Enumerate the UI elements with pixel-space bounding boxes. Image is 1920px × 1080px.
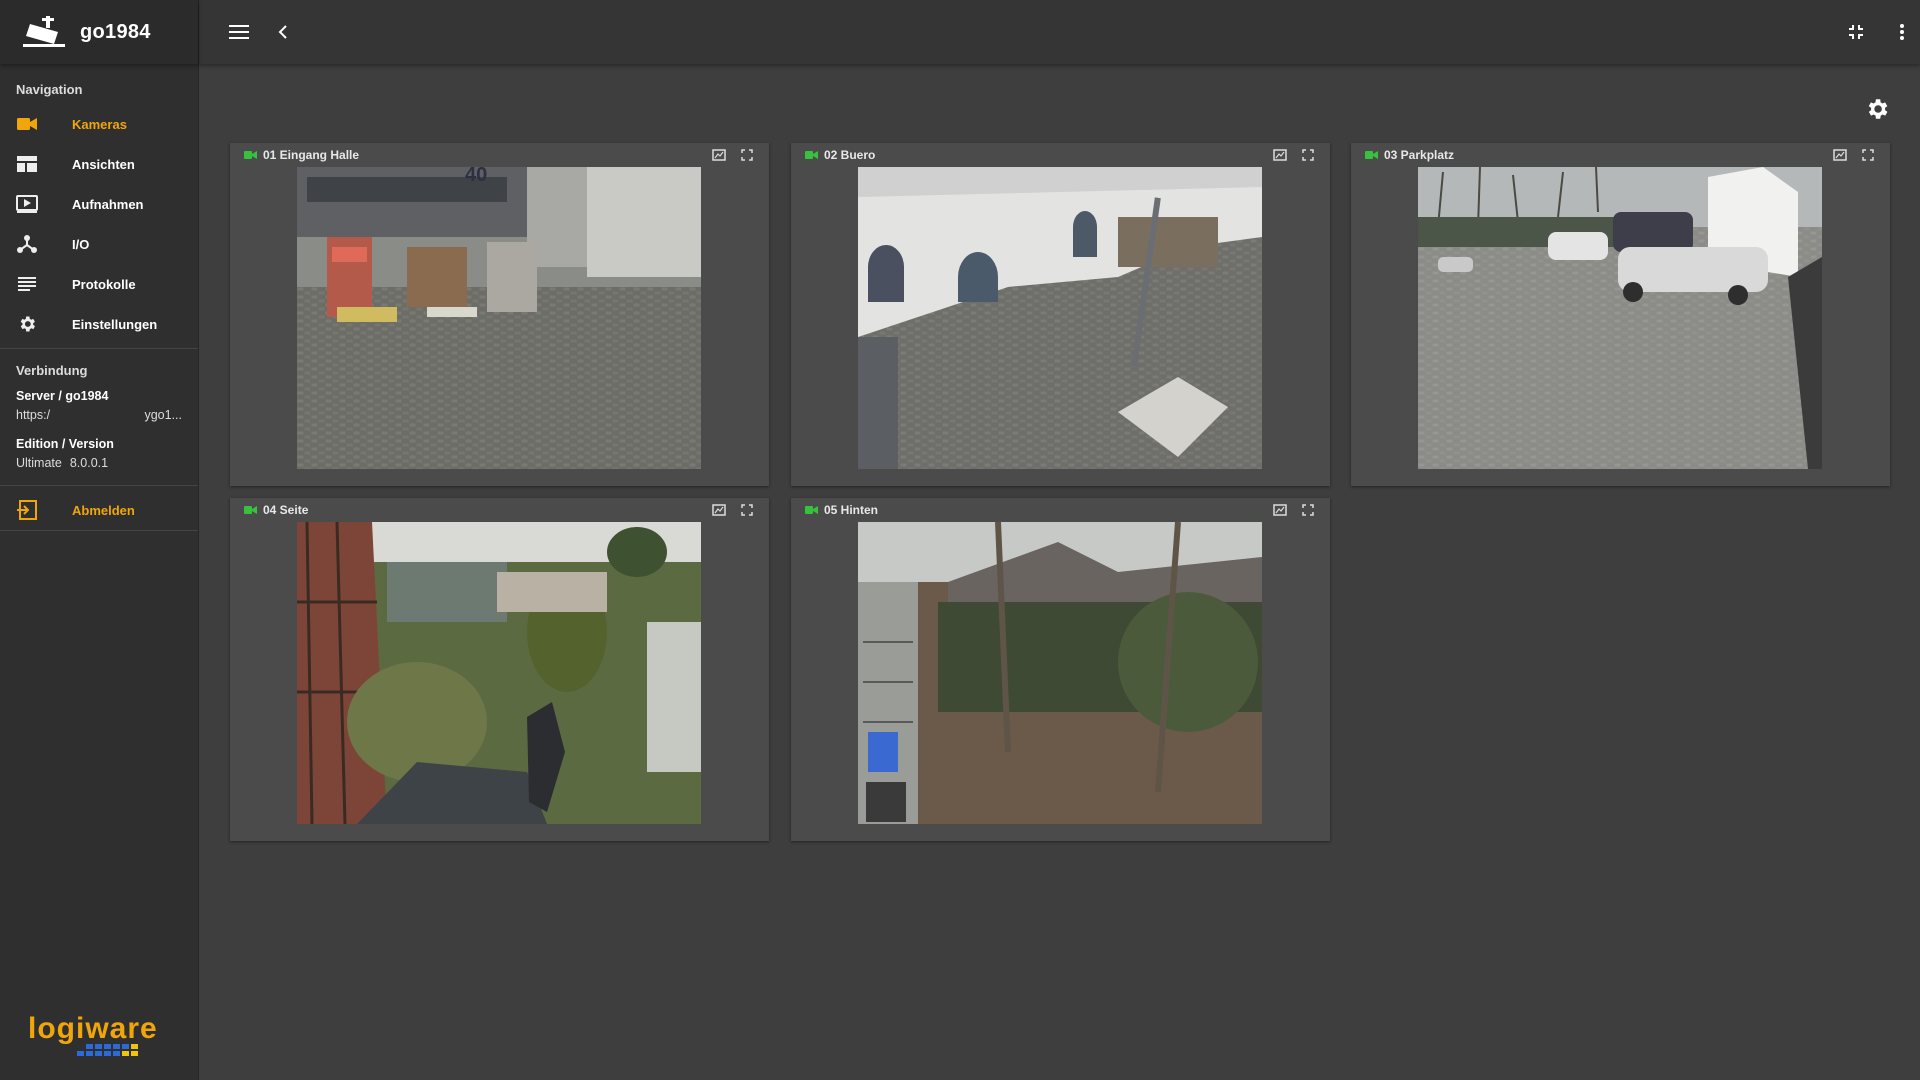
logo-text: logiware — [28, 1012, 158, 1045]
more-button[interactable] — [1888, 18, 1916, 46]
security-camera-icon — [23, 16, 65, 47]
camera-name: 04 Seite — [263, 503, 309, 517]
camera-feed-image[interactable]: 40 — [297, 167, 701, 469]
camera-feed-image[interactable] — [1418, 167, 1822, 469]
io-hub-icon — [16, 233, 38, 255]
fullscreen-button[interactable] — [1300, 148, 1316, 162]
fullscreen-icon — [1862, 149, 1874, 161]
logout-button[interactable]: Abmelden — [0, 490, 198, 530]
fullscreen-button[interactable] — [739, 503, 755, 517]
videocam-icon — [805, 506, 818, 514]
sidebar-item-label: Aufnahmen — [72, 196, 144, 212]
snapshot-button[interactable] — [711, 148, 727, 162]
image-aspect-icon — [1273, 149, 1287, 161]
videocam-icon — [244, 151, 257, 159]
image-aspect-icon — [1833, 149, 1847, 161]
sidebar-item-kameras[interactable]: Kameras — [0, 104, 198, 144]
image-aspect-icon — [712, 149, 726, 161]
edition-label: Edition / Version — [16, 437, 114, 451]
edition-value: Ultimate 8.0.0.1 — [16, 454, 182, 473]
camera-feed-image[interactable] — [858, 522, 1262, 824]
view-layout-icon — [16, 153, 38, 175]
camera-name: 05 Hinten — [824, 503, 879, 517]
snapshot-button[interactable] — [1272, 503, 1288, 517]
snapshot-button[interactable] — [1272, 148, 1288, 162]
fullscreen-icon — [741, 504, 753, 516]
version-number: 8.0.0.1 — [69, 456, 109, 470]
server-url-start: https:/ — [16, 408, 51, 422]
sidebar-item-label: I/O — [72, 236, 90, 252]
videocam-icon — [244, 506, 257, 514]
recording-icon — [16, 193, 38, 215]
camera-tile-01[interactable]: 01 Eingang Halle 40 — [230, 143, 769, 486]
camera-name: 02 Buero — [824, 148, 876, 162]
fullscreen-icon — [1302, 504, 1314, 516]
edition-name: Ultimate — [16, 456, 62, 470]
sidebar: go1984 Navigation Kameras Ansichten Aufn… — [0, 0, 199, 1080]
sidebar-item-label: Kameras — [72, 116, 127, 132]
sidebar-item-label: Protokolle — [72, 276, 136, 292]
videocam-icon — [16, 113, 38, 135]
logiware-logo: logiware — [28, 1012, 158, 1056]
camera-header: 01 Eingang Halle — [230, 143, 769, 167]
camera-tile-02[interactable]: 02 Buero — [791, 143, 1330, 486]
sidebar-item-aufnahmen[interactable]: Aufnahmen — [0, 184, 198, 224]
list-icon — [16, 273, 38, 295]
logout-label: Abmelden — [72, 502, 135, 518]
camera-header: 04 Seite — [230, 498, 769, 522]
server-url: https:/ ygo1... — [16, 406, 182, 425]
divider — [0, 530, 198, 531]
exit-fullscreen-button[interactable] — [1842, 18, 1870, 46]
divider — [0, 485, 198, 486]
chevron-left-icon — [278, 25, 287, 39]
logout-icon — [16, 499, 38, 521]
hamburger-icon — [229, 25, 249, 39]
gear-icon — [16, 313, 38, 335]
fullscreen-button[interactable] — [1860, 148, 1876, 162]
fullscreen-icon — [741, 149, 753, 161]
sidebar-item-io[interactable]: I/O — [0, 224, 198, 264]
sidebar-item-label: Ansichten — [72, 156, 135, 172]
camera-header: 02 Buero — [791, 143, 1330, 167]
image-aspect-icon — [712, 504, 726, 516]
camera-tile-05[interactable]: 05 Hinten — [791, 498, 1330, 841]
fullscreen-exit-icon — [1849, 25, 1863, 39]
settings-gear-icon[interactable] — [1864, 96, 1890, 122]
camera-feed-image[interactable] — [297, 522, 701, 824]
menu-button[interactable] — [225, 18, 253, 46]
snapshot-button[interactable] — [1832, 148, 1848, 162]
fullscreen-button[interactable] — [1300, 503, 1316, 517]
divider — [0, 348, 198, 349]
image-aspect-icon — [1273, 504, 1287, 516]
connection-title: Verbindung — [16, 363, 88, 378]
server-label: Server / go1984 — [16, 389, 109, 403]
videocam-icon — [805, 151, 818, 159]
camera-name: 03 Parkplatz — [1384, 148, 1455, 162]
camera-header: 05 Hinten — [791, 498, 1330, 522]
brand-name: go1984 — [80, 20, 151, 43]
server-url-end: ygo1... — [144, 408, 182, 422]
back-button[interactable] — [269, 18, 297, 46]
camera-feed-image[interactable] — [858, 167, 1262, 469]
svg-text:40: 40 — [465, 167, 487, 186]
fullscreen-button[interactable] — [739, 148, 755, 162]
topbar — [199, 0, 1920, 64]
sidebar-item-label: Einstellungen — [72, 316, 158, 332]
connection-info: Server / go1984 https:/ ygo1... Edition … — [0, 383, 198, 473]
camera-tile-03[interactable]: 03 Parkplatz — [1351, 143, 1890, 486]
brand-header: go1984 — [0, 0, 198, 64]
videocam-icon — [1365, 151, 1378, 159]
camera-header: 03 Parkplatz — [1351, 143, 1890, 167]
snapshot-button[interactable] — [711, 503, 727, 517]
sidebar-item-einstellungen[interactable]: Einstellungen — [0, 304, 198, 344]
navigation-title: Navigation — [16, 82, 83, 97]
sidebar-item-protokolle[interactable]: Protokolle — [0, 264, 198, 304]
more-vert-icon — [1900, 24, 1904, 40]
camera-tile-04[interactable]: 04 Seite — [230, 498, 769, 841]
fullscreen-icon — [1302, 149, 1314, 161]
camera-name: 01 Eingang Halle — [263, 148, 360, 162]
sidebar-item-ansichten[interactable]: Ansichten — [0, 144, 198, 184]
